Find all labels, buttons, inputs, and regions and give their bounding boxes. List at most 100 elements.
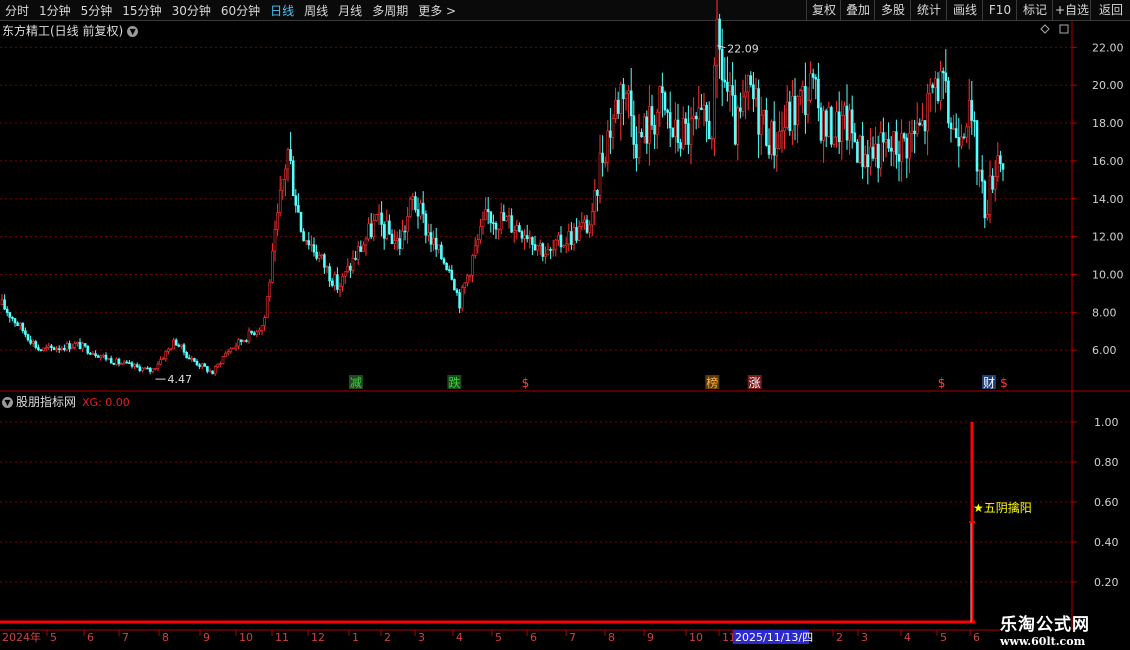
candle [947,76,950,128]
candle-body [273,229,277,252]
candle-body [702,104,706,110]
x-tick-label: 10 [689,631,703,644]
candle-body [840,115,844,142]
candle-body [850,109,854,134]
indicator-title: ▼ 股朋指标网 XG: 0.00 [2,393,130,410]
candle [627,84,630,119]
candle [159,356,162,366]
candle-body [583,219,586,224]
candle [297,193,300,213]
candle-body [159,359,162,365]
candle [427,223,430,242]
candle-body [902,133,906,139]
candle [905,133,909,179]
candle [523,228,526,250]
candle-body [141,367,144,371]
candle-body [468,274,472,277]
candle [447,265,451,273]
candle-body [882,132,885,143]
candle-body [242,340,246,342]
candle-body [965,126,968,138]
x-tick-label: 4 [904,631,911,644]
candle [666,108,669,129]
candle [83,343,87,348]
candle-body [304,240,308,242]
candle [606,120,610,172]
candle-body [988,175,992,215]
candle-body [905,137,909,159]
candle [817,62,820,122]
candle-body [923,120,927,132]
candle-body [991,175,994,190]
candle [5,306,9,317]
candles [0,0,1005,376]
candle-body [369,223,373,238]
candle-body [447,269,451,271]
candle-body [68,343,71,350]
candle [611,113,615,150]
candle [343,271,347,284]
candle [632,100,636,159]
candle-body [44,347,48,349]
candle-body [557,234,560,241]
candle [710,136,714,150]
candle-body [863,154,867,168]
candle-body [252,332,256,335]
y-tick-label: 18.00 [1092,117,1124,130]
candle-body [874,143,877,159]
event-tag-label: 跌 [448,375,460,390]
candle [492,214,495,235]
candle [450,264,454,281]
candle [182,342,186,356]
candle-body [611,118,615,138]
candle [731,62,734,117]
candle [796,95,799,144]
candle-body [627,90,630,95]
candle-body [104,354,108,360]
candle-body [749,75,753,86]
candle-body [853,132,857,143]
candle-body [29,339,32,344]
chevron-down-icon[interactable]: ▼ [127,26,139,37]
candle-body [291,160,295,197]
candle [107,357,110,361]
candle [684,112,688,145]
candle [536,244,539,257]
candle [694,112,698,130]
candle [351,250,355,274]
candle-body [713,64,716,139]
chevron-down-icon[interactable]: ▼ [2,397,13,408]
candle [125,360,129,364]
candle-body [99,355,103,358]
candle [889,136,893,167]
candle [832,136,836,148]
candle-body [239,339,243,342]
candle [726,56,729,102]
candle-body [580,222,584,227]
candle [806,87,810,124]
event-tag-label: $ [1000,376,1008,390]
candle [858,134,862,164]
candle [869,128,872,176]
candle-body [385,220,389,239]
candle [780,111,784,153]
candle-body [892,131,896,152]
candle-body [39,349,43,352]
candle-body [723,79,727,83]
candle [172,337,175,350]
candle [330,278,334,288]
candle-body [544,253,547,257]
candle [109,355,113,364]
candle-body [408,198,412,217]
candle-body [752,84,755,100]
candle-body [577,225,581,241]
candle [921,103,924,127]
x-tick-label: 9 [647,631,654,644]
x-tick-label: 11 [275,631,289,644]
candle-body [681,118,685,149]
candle-body [622,84,625,100]
event-tag-label: $ [938,376,946,390]
candle [554,238,558,257]
candle [546,243,550,255]
candle-body [489,211,493,223]
